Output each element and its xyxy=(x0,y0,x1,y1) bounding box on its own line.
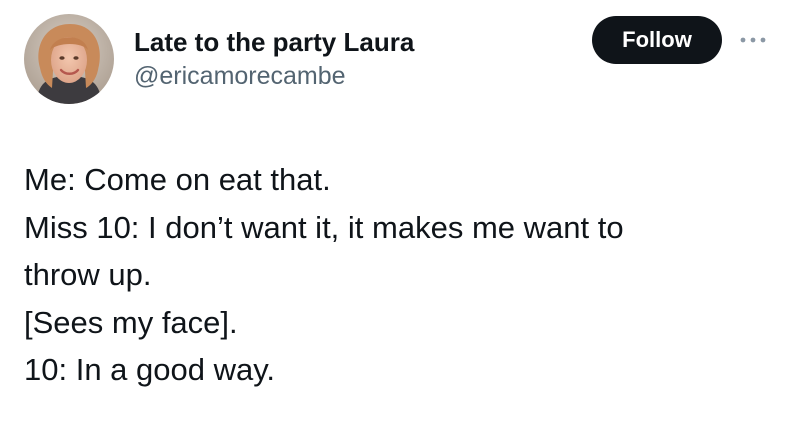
avatar[interactable] xyxy=(24,14,114,104)
profile-photo-icon xyxy=(24,14,114,104)
tweet-text: Me: Come on eat that. Miss 10: I don’t w… xyxy=(24,156,764,394)
tweet-text-line: Me: Come on eat that. xyxy=(24,162,331,197)
tweet-text-line: Miss 10: I don’t want it, it makes me wa… xyxy=(24,209,624,245)
tweet-text-line: throw up. xyxy=(24,257,152,292)
author-names: Late to the party Laura @ericamorecambe xyxy=(134,26,414,92)
more-dots-icon xyxy=(740,37,766,43)
tweet-text-line: [Sees my face]. xyxy=(24,304,238,340)
user-handle[interactable]: @ericamorecambe xyxy=(134,60,414,92)
more-options-button[interactable] xyxy=(736,26,770,54)
follow-button[interactable]: Follow xyxy=(592,16,722,64)
display-name[interactable]: Late to the party Laura xyxy=(134,26,414,58)
tweet-header: Late to the party Laura @ericamorecambe … xyxy=(0,0,800,120)
tweet-card: Late to the party Laura @ericamorecambe … xyxy=(0,0,800,427)
tweet-text-line: 10: In a good way. xyxy=(24,352,276,387)
